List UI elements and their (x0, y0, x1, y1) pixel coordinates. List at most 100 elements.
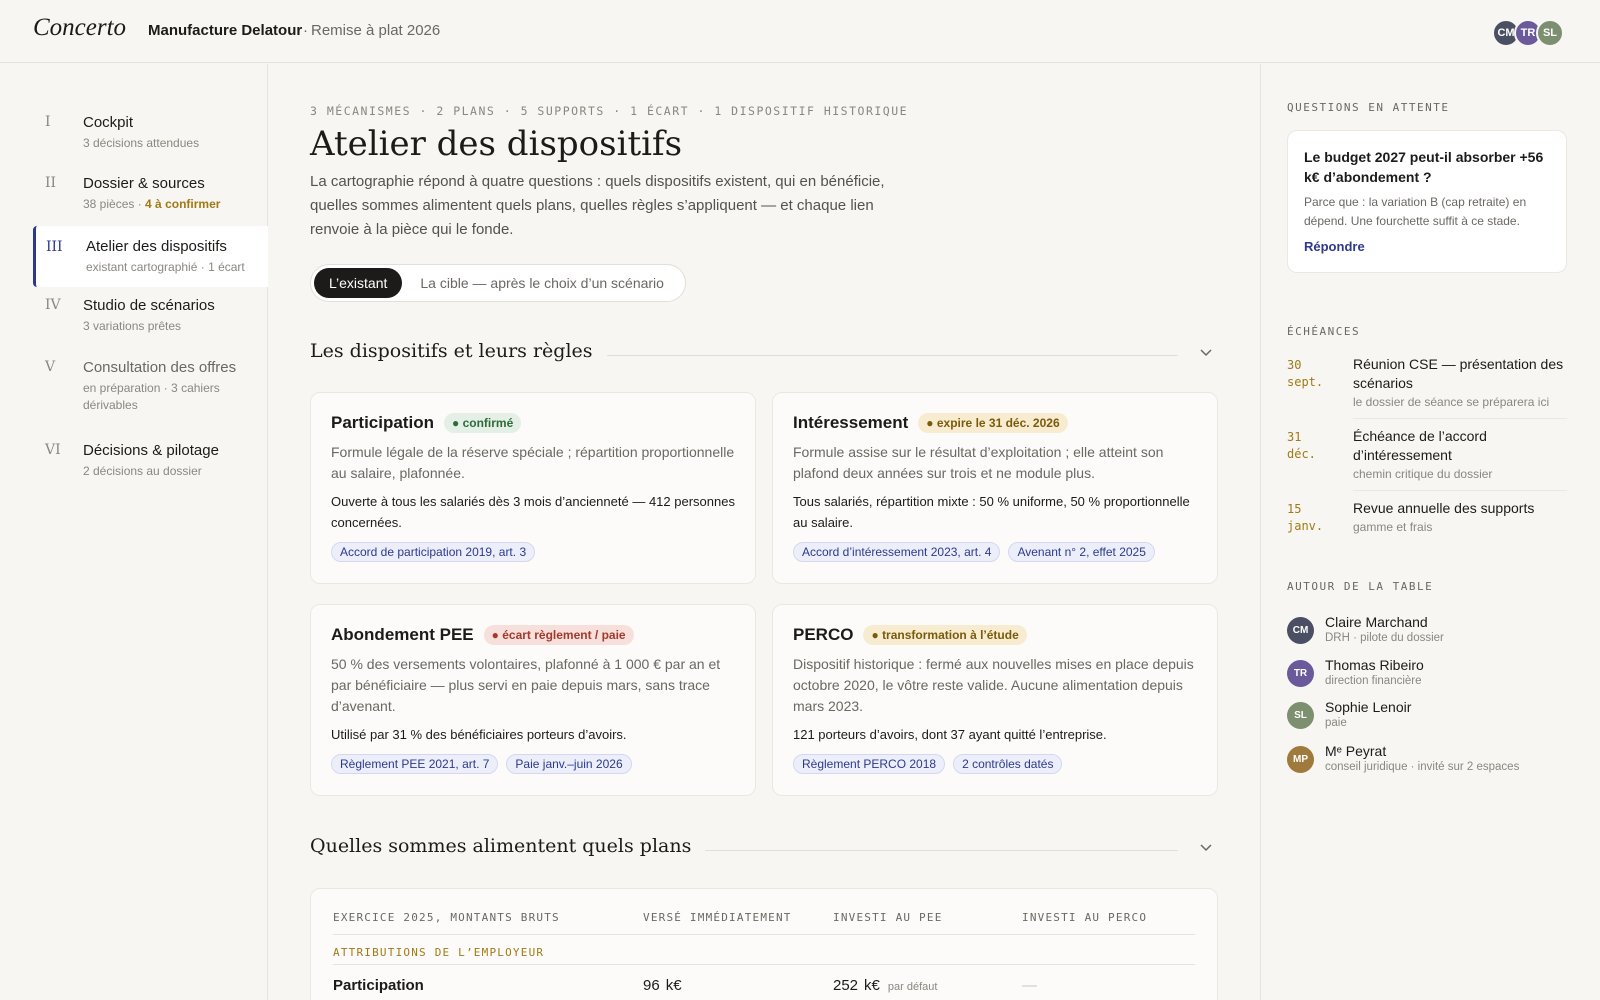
section-title: Quelles sommes alimentent quels plans (310, 835, 706, 857)
avatar: CM (1287, 617, 1314, 644)
top-bar: Concerto Manufacture Delatour · Remise à … (0, 0, 1600, 63)
person-item[interactable]: MP Mᵉ Peyrat conseil juridique · invité … (1287, 743, 1587, 779)
nav-title: Atelier des dispositifs (86, 238, 227, 255)
deadline-title: Réunion CSE — présentation des scénarios (1353, 356, 1564, 391)
source-tag[interactable]: Règlement PERCO 2018 (793, 754, 946, 774)
person-item[interactable]: CM Claire Marchand DRH · pilote du dossi… (1287, 614, 1587, 650)
nav-title: Dossier & sources (83, 175, 205, 192)
nav-number: IV (45, 297, 61, 313)
app-logo[interactable]: Concerto (33, 14, 126, 42)
dispositif-card-abondement[interactable]: Abondement PEE ● écart règlement / paie … (310, 604, 756, 796)
dispositif-card-perco[interactable]: PERCO ● transformation à l’étude Disposi… (772, 604, 1218, 796)
page-intro: La cartographie répond à quatre question… (310, 173, 885, 238)
nav-number: V (45, 359, 56, 375)
nav-sub-text: 38 pièces (83, 197, 135, 211)
row-label: Participation (333, 977, 424, 994)
deadline-item[interactable]: 31 déc. Échéance de l’accord d’intéresse… (1287, 427, 1567, 481)
sidebar-item-studio[interactable]: IV Studio de scénarios 3 variations prêt… (33, 297, 268, 335)
table-divider (333, 934, 1195, 935)
status-badge: ● expire le 31 déc. 2026 (918, 413, 1068, 433)
nav-number: I (45, 114, 51, 130)
sidebar-item-dossier[interactable]: II Dossier & sources 38 pièces · 4 à con… (33, 175, 268, 213)
client-name: Manufacture Delatour (148, 22, 303, 39)
deadline-date: 30 sept. (1287, 358, 1324, 389)
pending-count: 4 à confirmer (145, 197, 221, 211)
nav-title: Studio de scénarios (83, 297, 215, 314)
cell-note: par défaut (887, 981, 938, 993)
section-title: Les dispositifs et leurs règles (310, 340, 607, 362)
avatar: TR (1287, 660, 1314, 687)
section-header-flux[interactable]: Quelles sommes alimentent quels plans (310, 835, 1218, 865)
status-badge-text: transformation à l’étude (882, 628, 1019, 642)
section-header-dispositifs[interactable]: Les dispositifs et leurs règles (310, 340, 1218, 370)
status-badge-text: écart règlement / paie (502, 628, 626, 642)
source-tag[interactable]: Avenant n° 2, effet 2025 (1008, 542, 1155, 562)
nav-number: VI (45, 442, 61, 458)
cell-value: 96 (643, 977, 660, 994)
nav-subtitle: en préparation · 3 cahiers dérivables (83, 381, 220, 412)
deadline-date: 15 janv. (1287, 502, 1324, 533)
person-role: conseil juridique · invité sur 2 espaces (1325, 761, 1520, 773)
sidebar-item-atelier[interactable]: III Atelier des dispositifs existant car… (33, 226, 268, 287)
avatar[interactable]: SL (1536, 19, 1564, 47)
project-label: Remise à plat 2026 (311, 22, 441, 39)
source-tag[interactable]: Accord d’intéressement 2023, art. 4 (793, 542, 1001, 562)
sidebar-item-cockpit[interactable]: I Cockpit 3 décisions attendues (33, 114, 268, 152)
chevron-down-icon[interactable] (1200, 839, 1212, 856)
card-description: Dispositif historique : fermé aux nouvel… (793, 656, 1194, 714)
person-role: DRH · pilote du dossier (1325, 632, 1444, 644)
card-description: Formule légale de la réserve spéciale ; … (331, 444, 735, 481)
card-title: Participation (331, 413, 434, 432)
toggle-existing[interactable]: L’existant (314, 268, 403, 298)
nav-subtitle: 3 décisions attendues (83, 136, 200, 150)
cell-perco: — (1022, 977, 1037, 994)
source-tag[interactable]: 2 contrôles datés (953, 754, 1063, 774)
question-text: Le budget 2027 peut-il absorber +56 k€ d… (1304, 149, 1544, 185)
person-role: paie (1325, 717, 1347, 729)
column-header: EXERCICE 2025, MONTANTS BRUTS (333, 911, 560, 924)
nav-subtitle: 3 variations prêtes (83, 319, 182, 333)
questions-title: QUESTIONS EN ATTENTE (1287, 101, 1450, 114)
nav-subtitle: existant cartographié · 1 écart (86, 260, 245, 274)
view-toggle[interactable]: L’existant La cible — après le choix d’u… (310, 264, 686, 302)
source-tag[interactable]: Règlement PEE 2021, art. 7 (331, 754, 499, 774)
card-fact: Ouverte à tous les salariés dès 3 mois d… (331, 494, 735, 530)
nav-title: Cockpit (83, 114, 134, 131)
answer-link[interactable]: Répondre (1304, 239, 1550, 254)
avatar: MP (1287, 746, 1314, 773)
dispositif-card-interessement[interactable]: Intéressement ● expire le 31 déc. 2026 F… (772, 392, 1218, 584)
column-header: INVESTI AU PEE (833, 911, 943, 924)
summary-eyebrow: 3 MÉCANISMES · 2 PLANS · 5 SUPPORTS · 1 … (310, 104, 909, 118)
toggle-target[interactable]: La cible — après le choix d’un scénario (402, 275, 682, 291)
dispositif-card-participation[interactable]: Participation ● confirmé Formule légale … (310, 392, 756, 584)
sidebar-item-decisions[interactable]: VI Décisions & pilotage 2 décisions au d… (33, 442, 268, 480)
source-tag[interactable]: Accord de participation 2019, art. 3 (331, 542, 536, 562)
chevron-down-icon[interactable] (1200, 344, 1212, 361)
deadline-item[interactable]: 30 sept. Réunion CSE — présentation des … (1287, 355, 1567, 409)
person-item[interactable]: SL Sophie Lenoir paie (1287, 699, 1587, 735)
deadline-title: Échéance de l’accord d’intéressement (1353, 428, 1487, 463)
cell-unit: k€ (665, 977, 682, 994)
cell-value: 252 (833, 977, 859, 994)
card-fact: Tous salariés, répartition mixte : 50 % … (793, 494, 1190, 530)
avatar: SL (1287, 702, 1314, 729)
source-tag[interactable]: Paie janv.–juin 2026 (506, 754, 632, 774)
collaborator-avatars[interactable]: CM TR SL (1492, 19, 1564, 47)
cell-unit: k€ (864, 977, 880, 994)
person-item[interactable]: TR Thomas Ribeiro direction financière (1287, 657, 1587, 693)
column-header: VERSÉ IMMÉDIATEMENT (643, 911, 792, 924)
nav-number: II (45, 175, 57, 191)
person-name: Thomas Ribeiro (1325, 657, 1424, 673)
person-name: Mᵉ Peyrat (1325, 743, 1387, 759)
status-badge: ● confirmé (443, 413, 522, 433)
card-title: Abondement PEE (331, 625, 474, 644)
card-title: PERCO (793, 625, 854, 644)
table-divider (333, 964, 1195, 965)
sidebar-nav: I Cockpit 3 décisions attendues II Dossi… (0, 64, 268, 1000)
nav-number: III (46, 239, 63, 255)
deadline-sub: chemin critique du dossier (1353, 467, 1493, 481)
sidebar-item-consultation[interactable]: V Consultation des offres en préparation… (33, 359, 268, 414)
deadline-item[interactable]: 15 janv. Revue annuelle des supports gam… (1287, 499, 1567, 534)
right-panel: QUESTIONS EN ATTENTE Le budget 2027 peut… (1260, 64, 1600, 1000)
card-description: 50 % des versements volontaires, plafonn… (331, 656, 721, 714)
